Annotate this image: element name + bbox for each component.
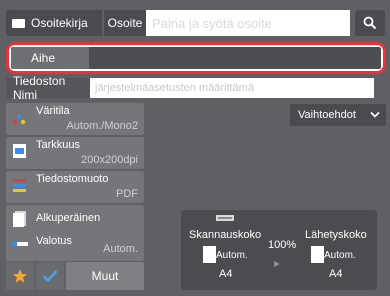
scanner-icon bbox=[216, 215, 234, 221]
check-icon bbox=[42, 270, 58, 283]
address-book-icon bbox=[12, 18, 25, 28]
address-input[interactable]: Paina ja syötä osoite bbox=[146, 10, 350, 36]
subject-label: Aihe bbox=[11, 47, 89, 69]
size-preview-panel[interactable]: Skannauskoko Lähetyskoko 100% Autom. Aut… bbox=[181, 210, 377, 290]
setting-exposure[interactable]: Valotus Autom. bbox=[6, 227, 144, 261]
options-dropdown[interactable]: Vaihtoehdot bbox=[290, 104, 386, 126]
scan-paper-icon bbox=[203, 246, 216, 263]
setting-resolution-value: 200x200dpi bbox=[81, 154, 138, 166]
tab-address-book[interactable]: Osoitekirja bbox=[6, 10, 102, 36]
setting-color-mode-label: Väritila bbox=[36, 105, 70, 117]
more-button[interactable]: Muut bbox=[66, 262, 144, 290]
send-size-label: Lähetyskoko bbox=[305, 229, 367, 241]
confirm-button[interactable] bbox=[36, 262, 64, 290]
exposure-icon bbox=[12, 242, 28, 246]
setting-file-format[interactable]: Tiedostomuoto PDF bbox=[6, 171, 144, 203]
color-mode-icon bbox=[12, 114, 26, 125]
arrow-right-icon bbox=[274, 261, 280, 267]
star-icon bbox=[13, 269, 27, 283]
send-paper-icon bbox=[311, 246, 324, 263]
address-placeholder: Paina ja syötä osoite bbox=[152, 15, 272, 31]
options-label: Vaihtoehdot bbox=[298, 109, 356, 121]
filename-placeholder: järjestelmäasetusten määrittämä bbox=[95, 82, 254, 94]
tab-address-book-label: Osoitekirja bbox=[31, 16, 88, 30]
search-button[interactable] bbox=[355, 10, 385, 36]
resolution-icon bbox=[13, 144, 26, 158]
favorites-button[interactable] bbox=[6, 262, 34, 290]
file-format-icon bbox=[13, 179, 26, 192]
search-icon bbox=[363, 16, 377, 30]
setting-exposure-label: Valotus bbox=[36, 235, 72, 247]
scan-size-label: Skannauskoko bbox=[189, 229, 262, 241]
scan-size-auto: Autom. bbox=[216, 250, 248, 261]
chevron-down-icon bbox=[370, 111, 380, 118]
send-paper-size: A4 bbox=[329, 268, 343, 280]
original-document-icon bbox=[13, 211, 26, 228]
setting-color-mode[interactable]: Väritila Autom./Mono2 bbox=[6, 103, 144, 135]
setting-color-mode-value: Autom./Mono2 bbox=[66, 120, 138, 132]
filename-label: Tiedoston Nimi bbox=[6, 74, 90, 102]
more-label: Muut bbox=[91, 269, 119, 283]
send-size-auto: Autom. bbox=[324, 250, 356, 261]
scale-ratio: 100% bbox=[268, 239, 297, 251]
setting-file-format-value: PDF bbox=[116, 188, 138, 200]
setting-resolution[interactable]: Tarkkuus 200x200dpi bbox=[6, 137, 144, 169]
setting-resolution-label: Tarkkuus bbox=[36, 139, 81, 151]
tab-address-label: Osoite bbox=[107, 16, 143, 30]
setting-original-label: Alkuperäinen bbox=[36, 212, 101, 224]
tab-address[interactable]: Osoite bbox=[104, 10, 146, 36]
setting-file-format-label: Tiedostomuoto bbox=[36, 173, 109, 185]
filename-input[interactable]: järjestelmäasetusten määrittämä bbox=[90, 78, 374, 98]
scan-paper-size: A4 bbox=[219, 268, 233, 280]
setting-exposure-value: Autom. bbox=[103, 243, 138, 255]
